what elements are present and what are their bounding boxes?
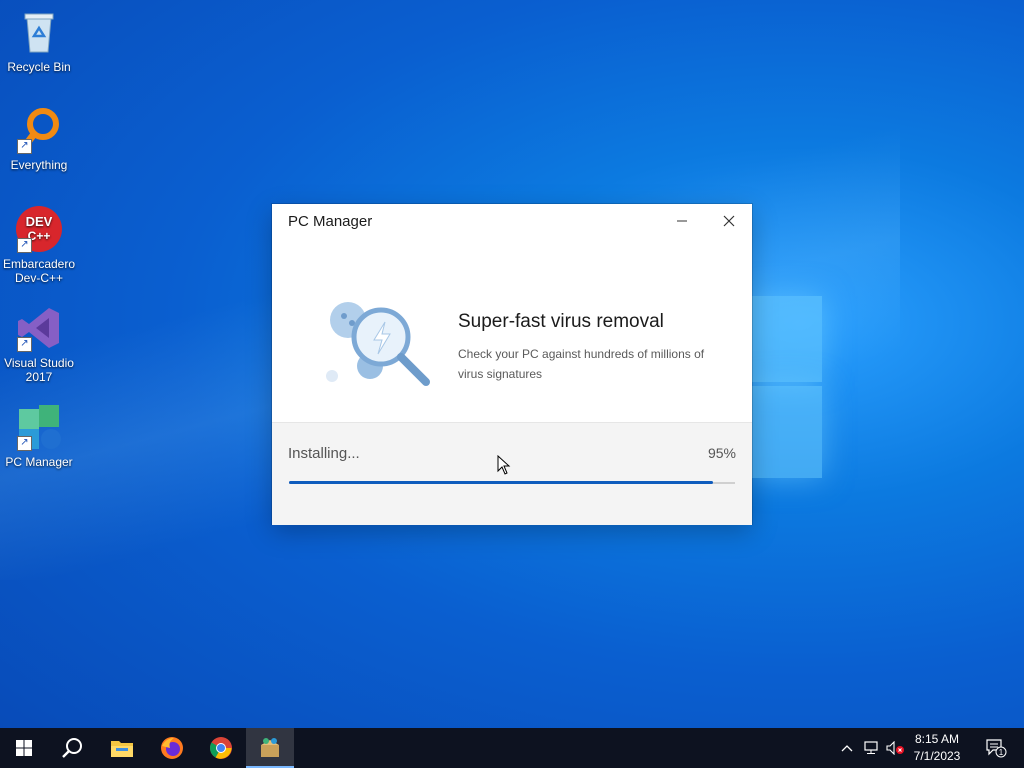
desktop-icon-label: Visual Studio 2017 bbox=[4, 356, 74, 384]
close-button[interactable] bbox=[711, 206, 747, 236]
mouse-cursor-icon bbox=[497, 455, 511, 475]
notification-count: 1 bbox=[999, 748, 1004, 757]
virus-scan-illustration bbox=[318, 290, 438, 390]
window-title: PC Manager bbox=[288, 213, 373, 230]
wallpaper-windows-logo bbox=[748, 288, 824, 480]
file-explorer-icon bbox=[111, 741, 133, 757]
shortcut-arrow-icon: ↗ bbox=[17, 139, 32, 154]
volume-button[interactable] bbox=[884, 728, 908, 768]
everything-search-icon: ↗ bbox=[15, 106, 63, 154]
desktop-icon-visual-studio[interactable]: ↗ Visual Studio 2017 bbox=[0, 304, 78, 384]
desktop-icon-label: PC Manager bbox=[5, 455, 73, 469]
minimize-button[interactable] bbox=[664, 206, 700, 236]
clock-time: 8:15 AM bbox=[914, 732, 960, 746]
pc-manager-installer-window: PC Manager Super-fast virus removal Chec… bbox=[272, 204, 752, 525]
taskbar: 8:15 AM 7/1/2023 1 bbox=[0, 728, 1024, 768]
recycle-bin-icon bbox=[15, 8, 63, 56]
desktop-icon-label: Embarcadero Dev-C++ bbox=[2, 257, 76, 285]
show-hidden-icons-button[interactable] bbox=[838, 728, 856, 768]
notification-icon: 1 bbox=[986, 739, 1007, 758]
search-icon bbox=[62, 738, 82, 758]
desktop-icon-label: Recycle Bin bbox=[7, 60, 71, 74]
progress-bar bbox=[289, 481, 735, 484]
system-clock[interactable]: 8:15 AM 7/1/2023 bbox=[910, 731, 964, 765]
shortcut-arrow-icon: ↗ bbox=[17, 238, 32, 253]
visual-studio-icon: ↗ bbox=[15, 304, 63, 352]
progress-percent: 95% bbox=[707, 445, 736, 461]
shortcut-arrow-icon: ↗ bbox=[17, 337, 32, 352]
taskbar-search-button[interactable] bbox=[48, 728, 96, 768]
close-icon bbox=[723, 215, 735, 227]
minimize-icon bbox=[677, 220, 687, 222]
taskbar-file-explorer[interactable] bbox=[98, 728, 146, 768]
devcpp-icon: DEV C++ ↗ bbox=[15, 205, 63, 253]
firefox-icon bbox=[161, 737, 183, 759]
chrome-icon bbox=[210, 737, 232, 759]
clock-date: 7/1/2023 bbox=[913, 749, 961, 763]
network-icon bbox=[864, 741, 878, 754]
install-status-panel: Installing... 95% bbox=[272, 422, 752, 525]
desktop-icon-devcpp[interactable]: DEV C++ ↗ Embarcadero Dev-C++ bbox=[0, 205, 78, 285]
action-center-button[interactable]: 1 bbox=[976, 728, 1016, 768]
feature-heading: Super-fast virus removal bbox=[458, 311, 664, 332]
devcpp-logo-text-top: DEV bbox=[26, 214, 53, 229]
taskbar-pc-manager-installer[interactable] bbox=[246, 728, 294, 768]
volume-muted-icon bbox=[886, 741, 904, 755]
start-button[interactable] bbox=[0, 728, 48, 768]
taskbar-firefox[interactable] bbox=[148, 728, 196, 768]
chevron-up-icon bbox=[841, 745, 853, 752]
taskbar-chrome[interactable] bbox=[197, 728, 245, 768]
desktop-icon-label: Everything bbox=[10, 158, 68, 172]
desktop-icon-recycle-bin[interactable]: Recycle Bin bbox=[0, 8, 78, 74]
pc-manager-icon: ↗ bbox=[15, 403, 63, 451]
install-status-text: Installing... bbox=[288, 445, 360, 462]
desktop-icon-everything[interactable]: ↗ Everything bbox=[0, 106, 78, 172]
start-icon bbox=[16, 740, 32, 756]
pc-manager-installer-icon bbox=[261, 738, 279, 757]
shortcut-arrow-icon: ↗ bbox=[17, 436, 32, 451]
progress-bar-fill bbox=[289, 481, 713, 484]
feature-description: Check your PC against hundreds of millio… bbox=[458, 347, 705, 381]
desktop-icon-pc-manager[interactable]: ↗ PC Manager bbox=[0, 403, 78, 469]
network-button[interactable] bbox=[860, 728, 882, 768]
